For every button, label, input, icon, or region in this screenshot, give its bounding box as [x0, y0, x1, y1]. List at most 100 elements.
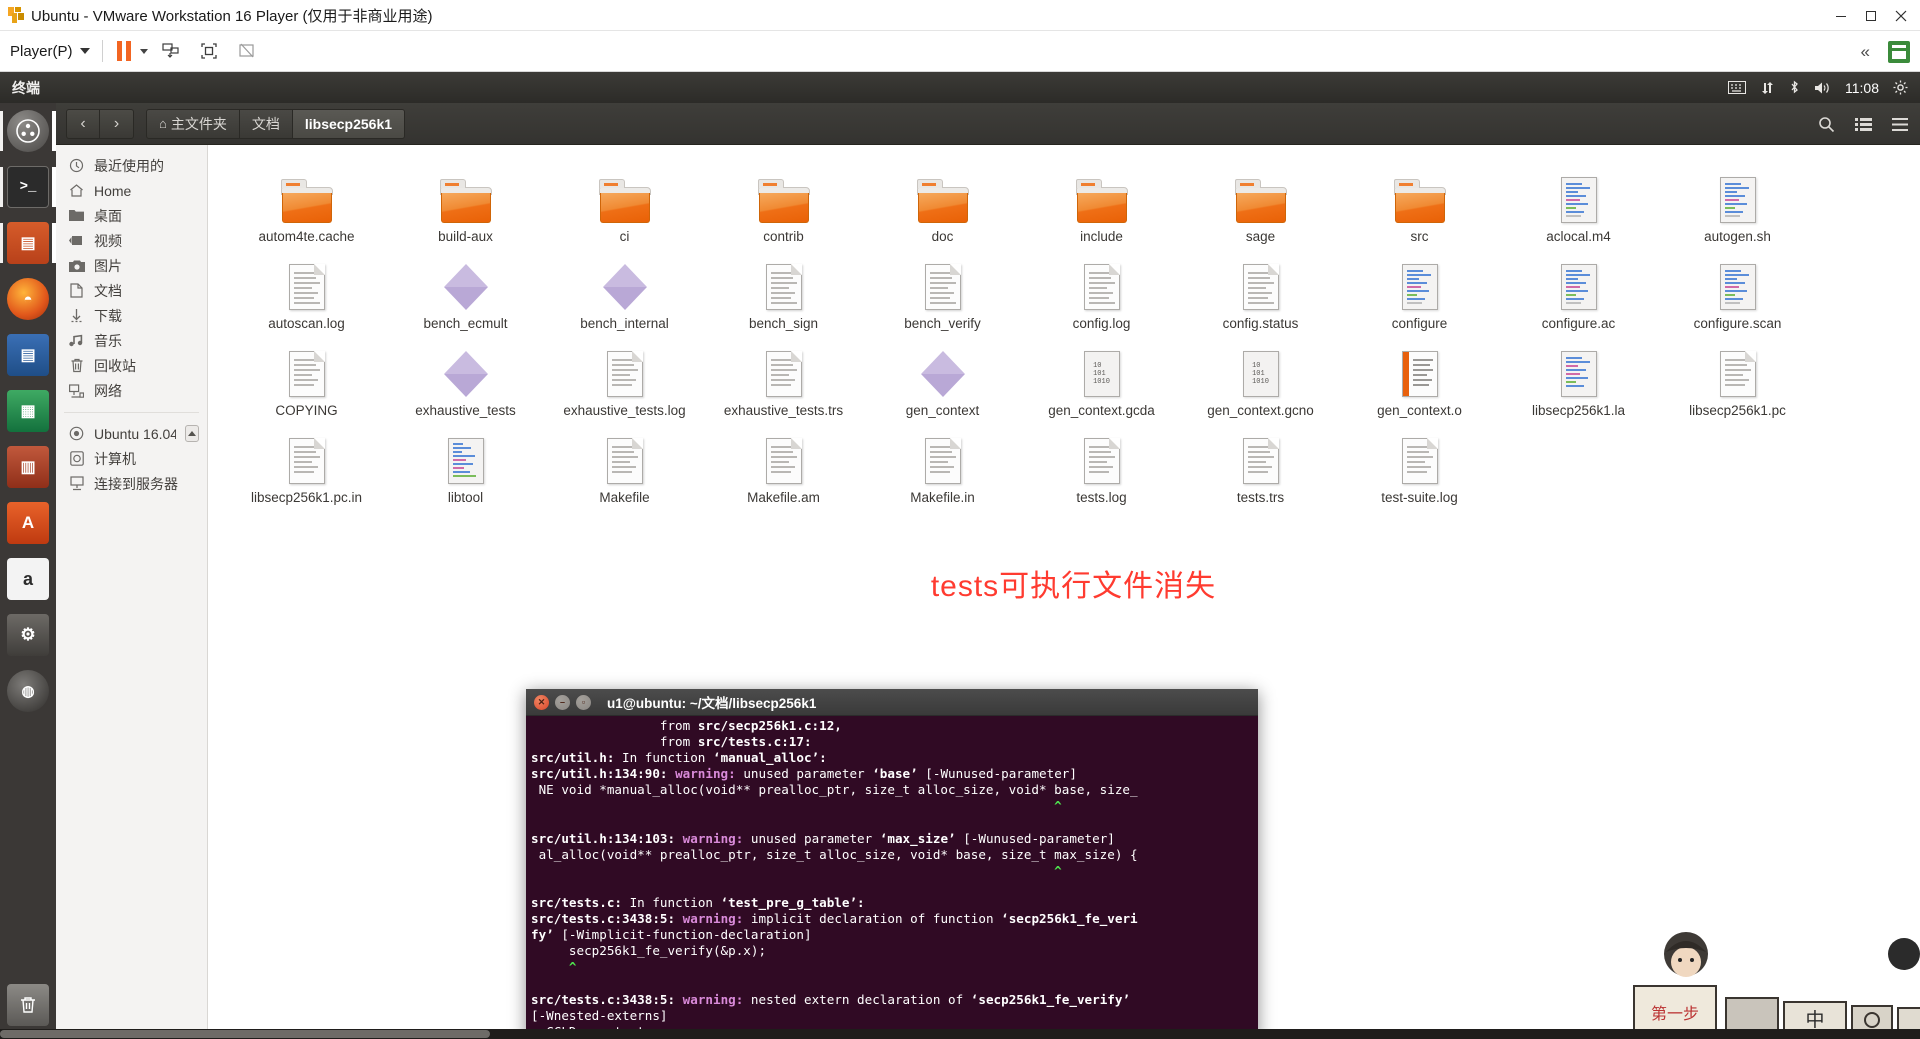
sidebar-item-ubuntu-disc[interactable]: Ubuntu 16.04....: [56, 421, 207, 446]
pause-icon[interactable]: [116, 41, 131, 61]
file-item-gen-context-gcno[interactable]: 10 101 1010 gen_context.gcno: [1181, 331, 1340, 418]
file-item-gen-context-o[interactable]: gen_context.o: [1340, 331, 1499, 418]
breadcrumb-item-documents[interactable]: 文档: [239, 108, 293, 139]
volume-icon[interactable]: [1814, 81, 1831, 95]
file-item-include[interactable]: include: [1022, 157, 1181, 244]
sidebar-item-computer[interactable]: 计算机: [56, 446, 207, 471]
sidebar-item-network[interactable]: 网络: [56, 378, 207, 403]
file-item-test-suite-log[interactable]: test-suite.log: [1340, 418, 1499, 505]
terminal-line: ^: [531, 959, 577, 975]
launcher-item-files[interactable]: ▤: [0, 215, 56, 271]
launcher-item-system-settings[interactable]: ⚙: [0, 607, 56, 663]
terminal-window[interactable]: ✕ – ▫ u1@ubuntu: ~/文档/libsecp256k1 from …: [526, 689, 1258, 1039]
file-item-bench-internal[interactable]: bench_internal: [545, 244, 704, 331]
file-item-config-status[interactable]: config.status: [1181, 244, 1340, 331]
file-item-configure-scan[interactable]: configure.scan: [1658, 244, 1817, 331]
sidebar-item-videos[interactable]: 视频: [56, 228, 207, 253]
unity-mode-icon[interactable]: [232, 38, 262, 64]
scrollbar-thumb[interactable]: [0, 1030, 490, 1038]
launcher-item-libreoffice-writer[interactable]: ▤: [0, 327, 56, 383]
collapse-toolbar-icon[interactable]: «: [1861, 42, 1871, 62]
minimize-icon[interactable]: [1826, 0, 1856, 31]
keyboard-icon[interactable]: [1728, 81, 1746, 94]
forward-button[interactable]: ›: [100, 108, 134, 139]
file-item-exhaustive-tests-trs[interactable]: exhaustive_tests.trs: [704, 331, 863, 418]
file-item-autogen-sh[interactable]: autogen.sh: [1658, 157, 1817, 244]
file-item-configure-ac[interactable]: configure.ac: [1499, 244, 1658, 331]
launcher-item-libreoffice-impress[interactable]: ▥: [0, 439, 56, 495]
file-item-exhaustive-tests-log[interactable]: exhaustive_tests.log: [545, 331, 704, 418]
file-item-gen-context-gcda[interactable]: 10 101 1010 gen_context.gcda: [1022, 331, 1181, 418]
search-icon[interactable]: [1818, 116, 1835, 133]
launcher-item-terminal[interactable]: >_: [0, 159, 56, 215]
send-ctrl-alt-del-icon[interactable]: [156, 38, 186, 64]
breadcrumb-item-home[interactable]: ⌂ 主文件夹: [146, 108, 240, 139]
launcher-item-firefox[interactable]: ◓: [0, 271, 56, 327]
sidebar-item-downloads[interactable]: 下载: [56, 303, 207, 328]
launcher-item-trash[interactable]: [0, 977, 56, 1033]
terminal-line: from src/secp256k1.c:12,: [531, 718, 842, 733]
clock-label[interactable]: 11:08: [1845, 80, 1879, 96]
file-item-libtool[interactable]: libtool: [386, 418, 545, 505]
file-item-aclocal-m4[interactable]: aclocal.m4: [1499, 157, 1658, 244]
file-item-doc[interactable]: doc: [863, 157, 1022, 244]
minimize-icon[interactable]: –: [555, 694, 570, 710]
back-button[interactable]: ‹: [66, 108, 100, 139]
file-item-libsecp256k1-la[interactable]: libsecp256k1.la: [1499, 331, 1658, 418]
file-item-configure[interactable]: configure: [1340, 244, 1499, 331]
horizontal-scrollbar[interactable]: [0, 1029, 1920, 1039]
file-item-config-log[interactable]: config.log: [1022, 244, 1181, 331]
file-item-src[interactable]: src: [1340, 157, 1499, 244]
player-menu-button[interactable]: Player(P): [0, 43, 90, 60]
sidebar-item-documents[interactable]: 文档: [56, 278, 207, 303]
file-item-exhaustive-tests[interactable]: exhaustive_tests: [386, 331, 545, 418]
maximize-icon[interactable]: ▫: [576, 694, 591, 710]
network-icon[interactable]: [1760, 81, 1775, 95]
maximize-icon[interactable]: [1856, 0, 1886, 31]
gear-icon[interactable]: [1893, 80, 1908, 95]
sidebar-item-connect-to-server[interactable]: 连接到服务器: [56, 471, 207, 496]
sidebar-item-pictures[interactable]: 图片: [56, 253, 207, 278]
file-item-gen-context[interactable]: gen_context: [863, 331, 1022, 418]
launcher-item-libreoffice-calc[interactable]: ▦: [0, 383, 56, 439]
file-item-bench-ecmult[interactable]: bench_ecmult: [386, 244, 545, 331]
pause-dropdown-icon[interactable]: [139, 48, 148, 54]
file-item-makefile-am[interactable]: Makefile.am: [704, 418, 863, 505]
file-item-copying[interactable]: COPYING: [227, 331, 386, 418]
file-label: doc: [931, 229, 954, 244]
file-item-tests-trs[interactable]: tests.trs: [1181, 418, 1340, 505]
file-item-bench-verify[interactable]: bench_verify: [863, 244, 1022, 331]
launcher-item-ubuntu-dash[interactable]: [0, 103, 56, 159]
file-item-autom4te-cache[interactable]: autom4te.cache: [227, 157, 386, 244]
sidebar-item-music[interactable]: 音乐: [56, 328, 207, 353]
launcher-item-ubuntu-software[interactable]: A: [0, 495, 56, 551]
sidebar-item-desktop[interactable]: 桌面: [56, 203, 207, 228]
menu-icon[interactable]: [1892, 117, 1908, 131]
sidebar-item-recent[interactable]: 最近使用的: [56, 153, 207, 178]
enter-fullscreen-icon[interactable]: [194, 38, 224, 64]
bluetooth-icon[interactable]: [1789, 80, 1800, 95]
file-item-ci[interactable]: ci: [545, 157, 704, 244]
file-item-makefile-in[interactable]: Makefile.in: [863, 418, 1022, 505]
sidebar-item-home[interactable]: Home: [56, 178, 207, 203]
launcher-item-amazon[interactable]: a: [0, 551, 56, 607]
file-item-contrib[interactable]: contrib: [704, 157, 863, 244]
file-item-libsecp256k1-pc[interactable]: libsecp256k1.pc: [1658, 331, 1817, 418]
file-item-makefile[interactable]: Makefile: [545, 418, 704, 505]
launcher-item-dvd-drive[interactable]: ◍: [0, 663, 56, 719]
file-item-tests-log[interactable]: tests.log: [1022, 418, 1181, 505]
list-view-icon[interactable]: [1855, 117, 1872, 132]
file-item-autoscan-log[interactable]: autoscan.log: [227, 244, 386, 331]
file-label: include: [1080, 229, 1123, 244]
breadcrumb-label: 文档: [251, 115, 280, 132]
file-item-libsecp256k1-pc-in[interactable]: libsecp256k1.pc.in: [227, 418, 386, 505]
file-item-build-aux[interactable]: build-aux: [386, 157, 545, 244]
close-icon[interactable]: ✕: [534, 694, 549, 710]
eject-icon[interactable]: [184, 425, 199, 442]
file-item-sage[interactable]: sage: [1181, 157, 1340, 244]
vmware-window-controls: [1826, 0, 1916, 31]
file-item-bench-sign[interactable]: bench_sign: [704, 244, 863, 331]
close-icon[interactable]: [1886, 0, 1916, 31]
breadcrumb-item-libsecp256k1[interactable]: libsecp256k1: [292, 108, 406, 139]
sidebar-item-trash[interactable]: 回收站: [56, 353, 207, 378]
